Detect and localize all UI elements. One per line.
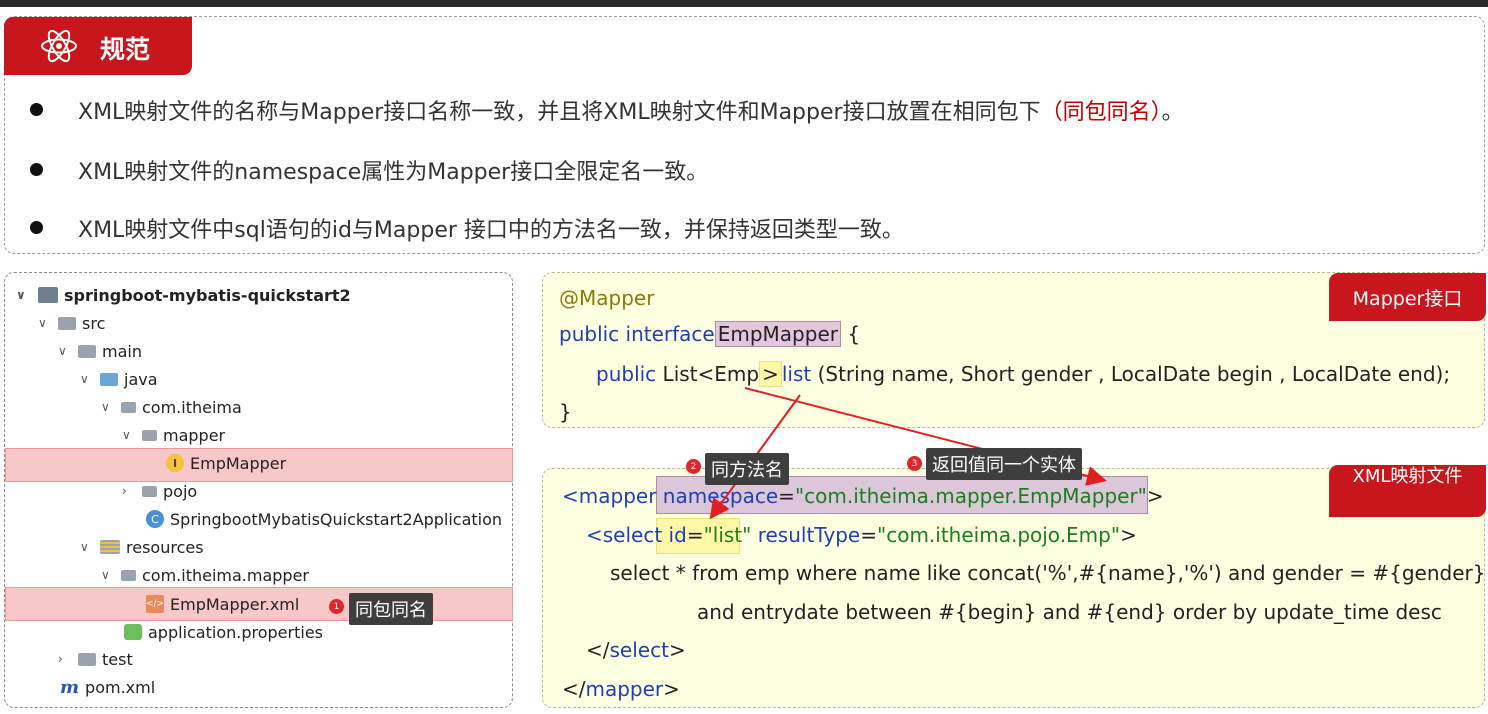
callout-2-label: 同方法名 xyxy=(705,453,789,485)
callout-3-label: 返回值同一个实体 xyxy=(926,448,1082,480)
callout-2-badge: 2 xyxy=(686,459,701,474)
callout-3-badge: 3 xyxy=(907,456,922,471)
connector-arrows xyxy=(709,387,1107,520)
